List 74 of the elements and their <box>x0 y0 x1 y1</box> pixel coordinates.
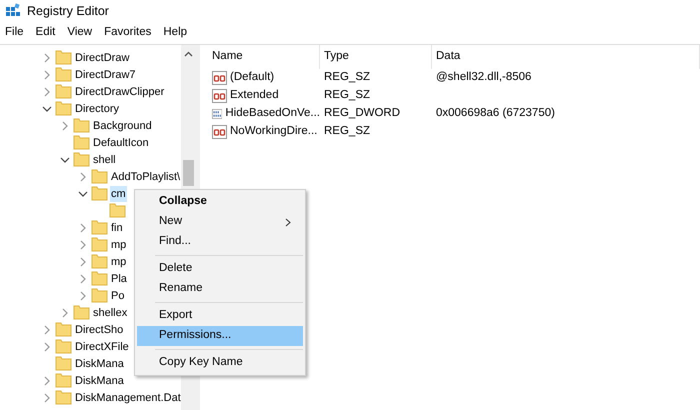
value-type: REG_SZ <box>324 88 370 104</box>
value-type: REG_SZ <box>324 124 370 140</box>
folder-icon <box>55 322 72 337</box>
tree-item[interactable]: mp <box>110 254 128 270</box>
tree-item[interactable]: Directory <box>74 100 120 116</box>
folder-icon <box>73 118 90 133</box>
tree-item[interactable]: DirectDrawClipper <box>74 84 166 100</box>
value-type: REG_DWORD <box>324 106 400 122</box>
tree-item[interactable]: cm <box>110 186 127 202</box>
menu-item[interactable]: Export <box>137 306 303 326</box>
menu-item[interactable]: Help <box>162 24 188 42</box>
menu-item[interactable]: Collapse <box>137 192 303 212</box>
folder-icon <box>55 390 72 405</box>
tree-item[interactable]: Po <box>110 288 126 304</box>
folder-icon <box>91 237 108 252</box>
value-name[interactable]: (Default) <box>230 69 274 87</box>
tree-item[interactable]: DirectDraw <box>74 50 130 66</box>
folder-icon <box>55 50 72 65</box>
menu-item[interactable]: Edit <box>34 24 56 42</box>
menu-item[interactable]: Permissions... <box>137 326 303 346</box>
menu-item[interactable]: New <box>137 212 303 232</box>
string-value-icon <box>212 125 227 139</box>
folder-icon <box>91 220 108 235</box>
menu-item[interactable]: Delete <box>137 259 303 279</box>
tree-item[interactable]: DiskManagement.Dat <box>74 390 181 406</box>
folder-icon <box>73 152 90 167</box>
tree-item[interactable]: mp <box>110 236 128 252</box>
tree-item[interactable]: shell <box>92 152 117 168</box>
tree-item[interactable]: AddToPlaylist\ <box>110 168 181 184</box>
tree-item[interactable]: DiskMana <box>74 356 125 372</box>
column-header[interactable]: Name <box>208 45 320 69</box>
value-data: @shell32.dll,-8506 <box>436 70 532 86</box>
menu-item[interactable]: Rename <box>137 279 303 299</box>
folder-icon <box>91 254 108 269</box>
folder-icon <box>55 373 72 388</box>
menu-item[interactable]: File <box>4 24 25 42</box>
tree-item[interactable]: fin <box>110 220 124 236</box>
value-name[interactable]: NoWorkingDire... <box>230 123 318 141</box>
value-data: 0x006698a6 (6723750) <box>436 106 555 122</box>
tree-item[interactable]: Pla <box>110 270 128 286</box>
scroll-up-icon[interactable] <box>184 51 193 57</box>
tree-item[interactable]: DiskMana <box>74 372 125 388</box>
folder-icon <box>55 101 72 116</box>
string-value-icon <box>212 89 227 103</box>
value-type: REG_SZ <box>324 70 370 86</box>
folder-icon <box>91 169 108 184</box>
menu-item[interactable]: Copy Key Name <box>137 353 303 373</box>
folder-icon <box>55 67 72 82</box>
tree-item[interactable]: Background <box>92 118 153 134</box>
folder-icon <box>55 339 72 354</box>
tree-item[interactable]: DefaultIcon <box>92 134 150 150</box>
registry-icon <box>5 3 21 19</box>
folder-icon <box>55 356 72 371</box>
menu-item[interactable]: View <box>66 24 94 42</box>
value-name[interactable]: Extended <box>230 87 279 105</box>
tree-item[interactable]: DirectXFile <box>74 338 130 354</box>
column-header[interactable]: Type <box>320 45 432 69</box>
folder-icon <box>91 186 108 201</box>
value-name[interactable]: HideBasedOnVe... <box>225 105 320 123</box>
string-value-icon <box>212 71 227 85</box>
folder-icon <box>73 305 90 320</box>
tree-item[interactable]: DirectSho <box>74 322 124 338</box>
tree-item[interactable]: DirectDraw7 <box>74 66 137 82</box>
tree-item[interactable]: shellex <box>92 304 128 320</box>
folder-icon <box>73 135 90 150</box>
menu-item[interactable]: Favorites <box>103 24 152 42</box>
scrollbar-thumb[interactable] <box>183 160 194 186</box>
folder-icon <box>91 288 108 303</box>
folder-icon <box>55 84 72 99</box>
binary-value-icon <box>212 107 222 121</box>
window-title: Registry Editor <box>27 2 109 20</box>
folder-icon <box>91 271 108 286</box>
menu-item[interactable]: Find... <box>137 232 303 252</box>
column-header[interactable]: Data <box>432 45 700 69</box>
